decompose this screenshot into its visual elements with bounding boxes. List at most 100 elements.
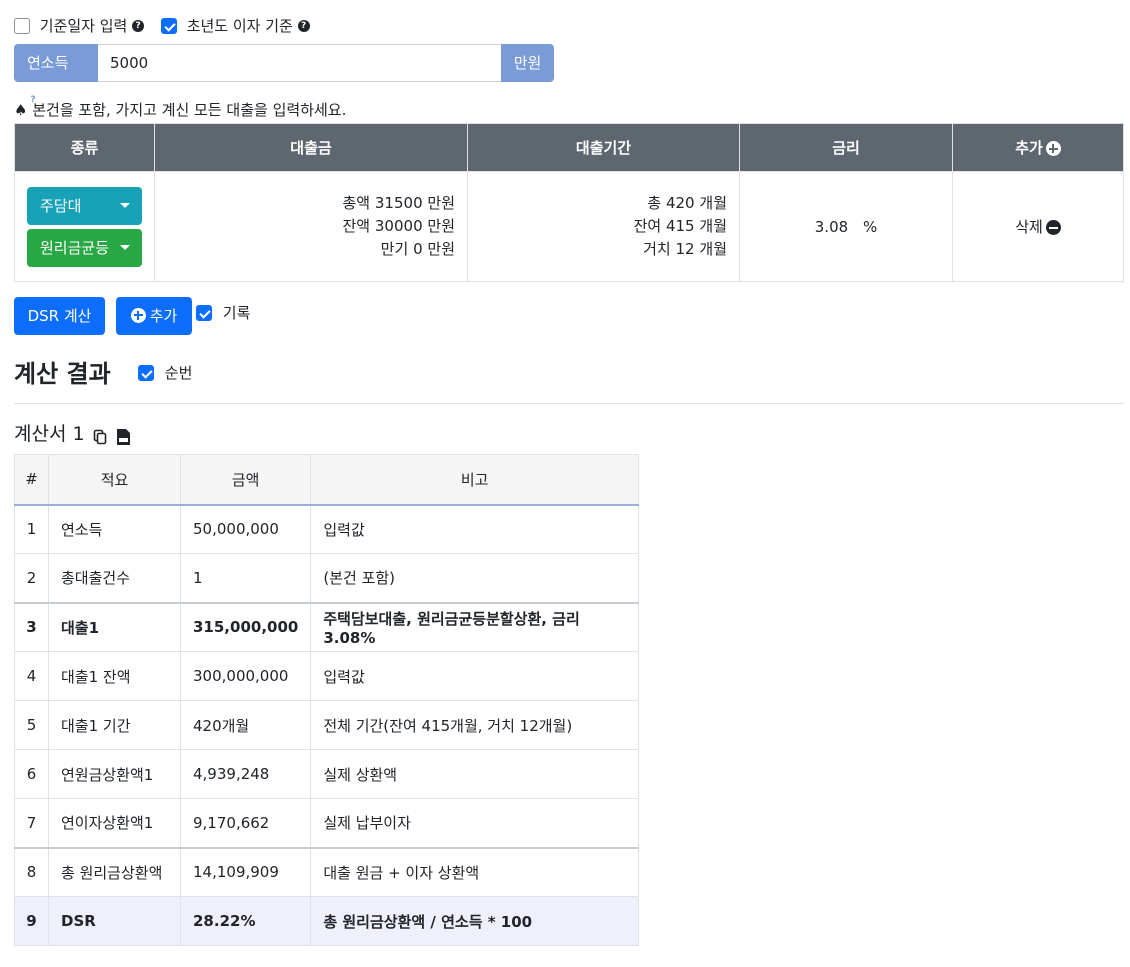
sheet-title: 계산서 1 bbox=[14, 423, 85, 445]
loan-amount-cell: 총액 31500 만원 잔액 30000 만원 만기 0 만원 bbox=[154, 171, 468, 282]
table-row: 8 총 원리금상환액 14,109,909 대출 원금 + 이자 상환액 bbox=[14, 846, 639, 897]
loan-rate-unit: % bbox=[862, 217, 878, 236]
repay-type-dropdown[interactable]: 원리금균등 bbox=[27, 228, 142, 267]
period-grace-input[interactable]: 12 bbox=[676, 240, 695, 258]
minus-circle-icon[interactable] bbox=[1045, 220, 1061, 235]
table-row: 3 대출1 315,000,000 주택담보대출, 원리금균등분할상환, 금리 … bbox=[14, 601, 639, 652]
row-no: 1 bbox=[14, 504, 49, 554]
help-icon[interactable]: ? bbox=[132, 19, 145, 32]
loan-delete-button[interactable]: 삭제 bbox=[1015, 218, 1061, 236]
row-amount: 50,000,000 bbox=[179, 504, 312, 554]
row-amount: 4,939,248 bbox=[179, 749, 312, 799]
row-amount: 28.22% bbox=[179, 896, 312, 946]
loan-notice: ♠ 본건을 포함, 가지고 계신 모든 대출을 입력하세요. bbox=[14, 101, 347, 119]
copy-icon[interactable] bbox=[93, 427, 107, 444]
row-item: 대출1 기간 bbox=[48, 700, 181, 750]
csv-file-icon[interactable] bbox=[116, 427, 130, 445]
row-no: 3 bbox=[14, 601, 49, 652]
table-row: 2 총대출건수 1 (본건 포함) bbox=[14, 553, 639, 603]
income-input[interactable]: 5000 bbox=[98, 44, 501, 82]
loan-maturity-line: 만기 0 만원 bbox=[156, 238, 455, 261]
loan-balance-input[interactable]: 30000 bbox=[375, 217, 423, 235]
record-option: 기록 bbox=[196, 302, 250, 322]
row-amount: 420개월 bbox=[179, 700, 312, 750]
period-total-unit: 개월 bbox=[699, 194, 727, 212]
period-grace-unit: 개월 bbox=[699, 240, 727, 258]
order-checkbox[interactable] bbox=[138, 364, 154, 381]
loan-total-unit: 만원 bbox=[427, 194, 455, 212]
period-remain-label: 잔여 bbox=[633, 217, 662, 235]
table-row: 4 대출1 잔액 300,000,000 입력값 bbox=[14, 651, 639, 701]
result-header-no: # bbox=[14, 454, 49, 506]
row-amount: 1 bbox=[179, 553, 312, 603]
row-note: 입력값 bbox=[310, 504, 639, 554]
loan-maturity-input[interactable]: 0 bbox=[413, 240, 423, 258]
loan-type-dropdown[interactable]: 주담대 bbox=[27, 186, 142, 225]
loan-rate-input[interactable]: 3.08 bbox=[815, 218, 848, 236]
loan-balance-line: 잔액 30000 만원 bbox=[156, 215, 456, 238]
row-item: 총대출건수 bbox=[48, 553, 181, 603]
period-total-line: 총 420 개월 bbox=[469, 192, 727, 215]
loan-header-period: 대출기간 bbox=[467, 123, 740, 172]
row-note: 총 원리금상환액 / 연소득 * 100 bbox=[310, 896, 639, 946]
row-item: 대출1 bbox=[48, 601, 181, 652]
loan-delete-label[interactable]: 삭제 bbox=[1015, 218, 1043, 236]
order-option: 순번 bbox=[138, 362, 192, 382]
base-date-checkbox[interactable] bbox=[14, 17, 30, 34]
table-row: 1 연소득 50,000,000 입력값 bbox=[14, 504, 639, 554]
row-item: DSR bbox=[48, 896, 181, 946]
record-checkbox[interactable] bbox=[196, 304, 212, 321]
loan-delete-cell: 삭제 bbox=[952, 171, 1124, 282]
dsr-calc-button[interactable]: DSR 계산 bbox=[14, 297, 105, 335]
table-row: 9 DSR 28.22% 총 원리금상환액 / 연소득 * 100 bbox=[14, 896, 639, 946]
row-item: 대출1 잔액 bbox=[48, 651, 181, 701]
loan-header-rate: 금리 bbox=[739, 123, 953, 172]
result-table: # 적요 금액 비고 1 연소득 50,000,000 입력값 2 총대출건수 … bbox=[14, 454, 639, 946]
row-item: 연소득 bbox=[48, 504, 181, 554]
order-label: 순번 bbox=[164, 363, 193, 382]
loan-header-amount: 대출금 bbox=[154, 123, 468, 172]
period-grace-line: 거치 12 개월 bbox=[469, 238, 727, 261]
row-item: 연이자상환액1 bbox=[48, 798, 181, 848]
first-year-interest-checkbox[interactable] bbox=[160, 17, 177, 34]
chevron-down-icon bbox=[120, 244, 130, 250]
row-item: 총 원리금상환액 bbox=[48, 846, 181, 897]
income-unit-addon: 만원 bbox=[501, 44, 554, 82]
row-no: 6 bbox=[14, 749, 49, 799]
row-amount: 14,109,909 bbox=[179, 846, 312, 897]
row-note: 실제 상환액 bbox=[310, 749, 639, 799]
period-total-input[interactable]: 420 bbox=[666, 194, 695, 212]
first-year-interest-label: 초년도 이자 기준 bbox=[186, 16, 293, 35]
loan-balance-label: 잔액 bbox=[342, 217, 371, 235]
add-loan-label: 추가 bbox=[149, 307, 178, 325]
help-icon[interactable]: ? bbox=[297, 19, 310, 32]
loan-rate-cell: 3.08 % bbox=[739, 171, 953, 282]
result-divider bbox=[14, 403, 1124, 404]
period-grace-label: 거치 bbox=[643, 240, 671, 258]
period-remain-input[interactable]: 415 bbox=[666, 217, 695, 235]
period-remain-line: 잔여 415 개월 bbox=[469, 215, 727, 238]
plus-circle-icon[interactable] bbox=[1045, 141, 1061, 156]
row-note: (본건 포함) bbox=[310, 553, 639, 603]
row-no: 7 bbox=[14, 798, 49, 848]
period-remain-unit: 개월 bbox=[699, 217, 727, 235]
row-no: 4 bbox=[14, 651, 49, 701]
loan-header-type: 종류 bbox=[14, 123, 155, 172]
row-amount: 300,000,000 bbox=[179, 651, 312, 701]
chevron-down-icon bbox=[120, 202, 130, 208]
loan-total-line: 총액 31500 만원 bbox=[156, 192, 456, 215]
loan-type-cell: 주담대 원리금균등 bbox=[14, 171, 155, 282]
row-note: 대출 원금 + 이자 상환액 bbox=[310, 846, 639, 897]
table-row: 5 대출1 기간 420개월 전체 기간(잔여 415개월, 거치 12개월) bbox=[14, 700, 639, 750]
loan-total-input[interactable]: 31500 bbox=[375, 194, 423, 212]
row-no: 5 bbox=[14, 700, 49, 750]
result-header-item: 적요 bbox=[48, 454, 181, 506]
loan-add-label[interactable]: 추가 bbox=[1015, 139, 1043, 157]
loan-header-add[interactable]: 추가 bbox=[952, 123, 1124, 172]
loan-table: 종류 대출금 대출기간 금리 추가 주담대 원리금균등 총액 31500 만원 … bbox=[14, 123, 1124, 282]
add-loan-button[interactable]: 추가 bbox=[116, 297, 192, 335]
result-header-note: 비고 bbox=[310, 454, 639, 506]
loan-balance-unit: 만원 bbox=[427, 217, 455, 235]
loan-maturity-unit: 만원 bbox=[427, 240, 455, 258]
row-note: 실제 납부이자 bbox=[310, 798, 639, 848]
